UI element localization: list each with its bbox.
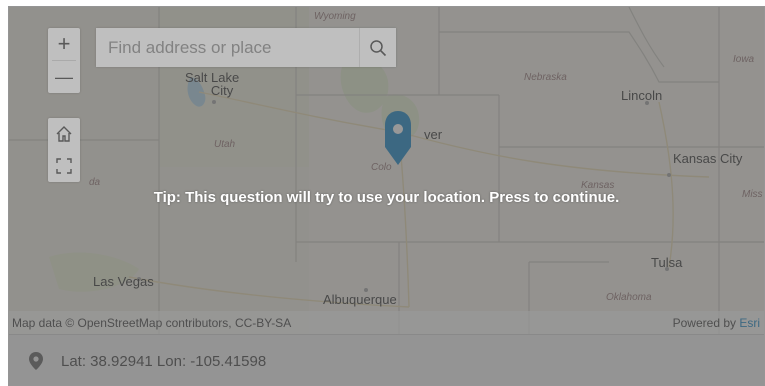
city-label-salt-lake-city: Salt Lake City — [185, 71, 239, 97]
state-label-nevada: da — [89, 177, 101, 188]
state-label-wyoming: Wyoming — [314, 11, 356, 22]
state-label-missouri: Miss — [742, 189, 763, 200]
city-label-line: City — [210, 83, 234, 98]
esri-link[interactable]: Esri — [739, 316, 760, 330]
city-label-denver: ver — [424, 127, 443, 142]
city-label-lincoln: Lincoln — [621, 88, 663, 103]
state-label-iowa: Iowa — [733, 54, 755, 65]
city-label-las-vegas: Las Vegas — [93, 274, 154, 289]
state-label-oklahoma: Oklahoma — [606, 292, 652, 303]
map-attribution: Map data © OpenStreetMap contributors, C… — [9, 311, 764, 334]
map-view[interactable]: Salt Lake City ver Lincoln Kansas City T… — [9, 7, 764, 334]
powered-by-text: Powered by — [672, 316, 740, 330]
city-label-kansas-city: Kansas City — [673, 151, 743, 166]
powered-by: Powered by Esri — [673, 316, 760, 330]
map-widget: Salt Lake City ver Lincoln Kansas City T… — [8, 6, 765, 386]
coordinates-readout: Lat: 38.92941 Lon: -105.41598 — [61, 353, 267, 370]
location-bar: Lat: 38.92941 Lon: -105.41598 — [9, 334, 764, 385]
location-pin-icon — [29, 352, 43, 370]
city-label-tulsa: Tulsa — [651, 255, 683, 270]
city-label-albuquerque: Albuquerque — [323, 292, 397, 307]
attribution-text: Map data © OpenStreetMap contributors, C… — [12, 316, 292, 330]
state-label-nebraska: Nebraska — [524, 72, 567, 83]
state-label-kansas: Kansas — [581, 180, 615, 191]
map-pin-icon[interactable] — [383, 109, 413, 167]
state-label-utah: Utah — [214, 139, 236, 150]
